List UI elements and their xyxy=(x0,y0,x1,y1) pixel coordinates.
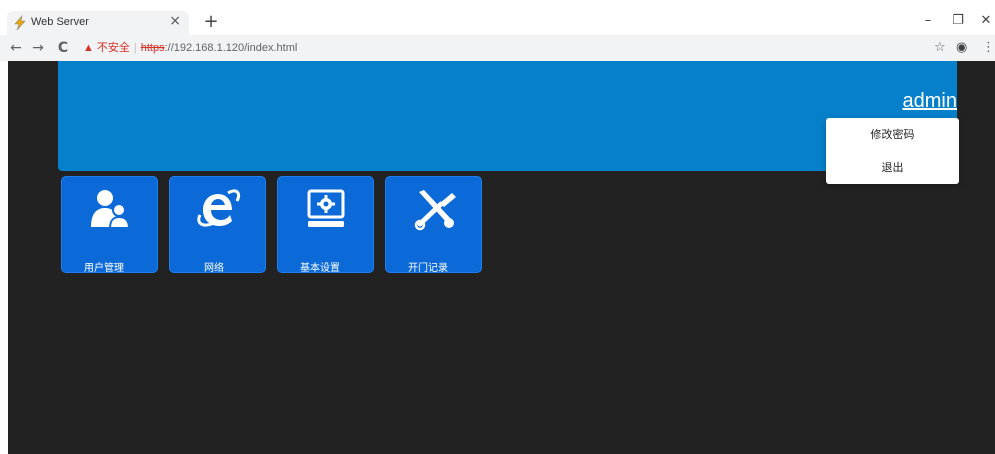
tile-door-records[interactable]: 开门记录 xyxy=(385,176,482,274)
tools-icon xyxy=(414,190,456,231)
internet-explorer-icon xyxy=(197,189,241,227)
tile-network[interactable]: 网络 xyxy=(169,176,266,274)
url-text: ://192.168.1.120/index.html xyxy=(164,42,298,54)
back-button[interactable]: ← xyxy=(7,38,25,58)
change-password-item[interactable]: 修改密码 xyxy=(826,124,959,146)
browser-menu-icon[interactable]: ⋮ xyxy=(982,38,995,58)
bookmark-star-icon[interactable]: ☆ xyxy=(934,38,946,58)
tile-label: 网络 xyxy=(204,263,224,274)
new-tab-button[interactable]: + xyxy=(201,11,221,33)
security-label[interactable]: 不安全 xyxy=(97,42,130,54)
browser-tabstrip: Web Server × + – ❐ ✕ xyxy=(0,0,995,35)
lightning-favicon-icon xyxy=(14,15,26,31)
address-separator: | xyxy=(133,42,137,54)
logout-item[interactable]: 退出 xyxy=(826,157,959,179)
page-content: admin 修改密码 退出 用户管理 网络 基本设置 开门记录 xyxy=(8,61,995,454)
browser-tab[interactable]: Web Server × xyxy=(7,11,189,35)
user-dropdown-menu: 修改密码 退出 xyxy=(826,118,959,184)
tile-user-management[interactable]: 用户管理 xyxy=(61,176,158,274)
url-scheme: https xyxy=(140,42,165,54)
browser-toolbar: ← → C ▲ 不安全 | https://192.168.1.120/index.h… xyxy=(0,35,995,61)
warning-icon: ▲ xyxy=(83,42,94,54)
address-bar[interactable]: ▲ 不安全 | https://192.168.1.120/index.html xyxy=(83,38,923,58)
users-icon xyxy=(91,190,131,229)
forward-button[interactable]: → xyxy=(29,38,47,58)
minimize-button[interactable]: – xyxy=(917,13,939,28)
tile-label: 开门记录 xyxy=(408,263,448,274)
close-window-button[interactable]: ✕ xyxy=(975,13,995,28)
header-banner: admin xyxy=(58,61,957,171)
tab-close-icon[interactable]: × xyxy=(169,13,181,29)
tile-basic-settings[interactable]: 基本设置 xyxy=(277,176,374,274)
restore-button[interactable]: ❐ xyxy=(947,13,969,28)
account-icon[interactable]: ◉ xyxy=(956,38,967,58)
reload-button[interactable]: C xyxy=(54,38,72,58)
tile-label: 用户管理 xyxy=(84,263,124,274)
monitor-settings-icon xyxy=(307,189,345,227)
user-menu-link[interactable]: admin xyxy=(903,90,957,113)
tab-title: Web Server xyxy=(31,16,89,28)
tile-label: 基本设置 xyxy=(300,263,340,274)
